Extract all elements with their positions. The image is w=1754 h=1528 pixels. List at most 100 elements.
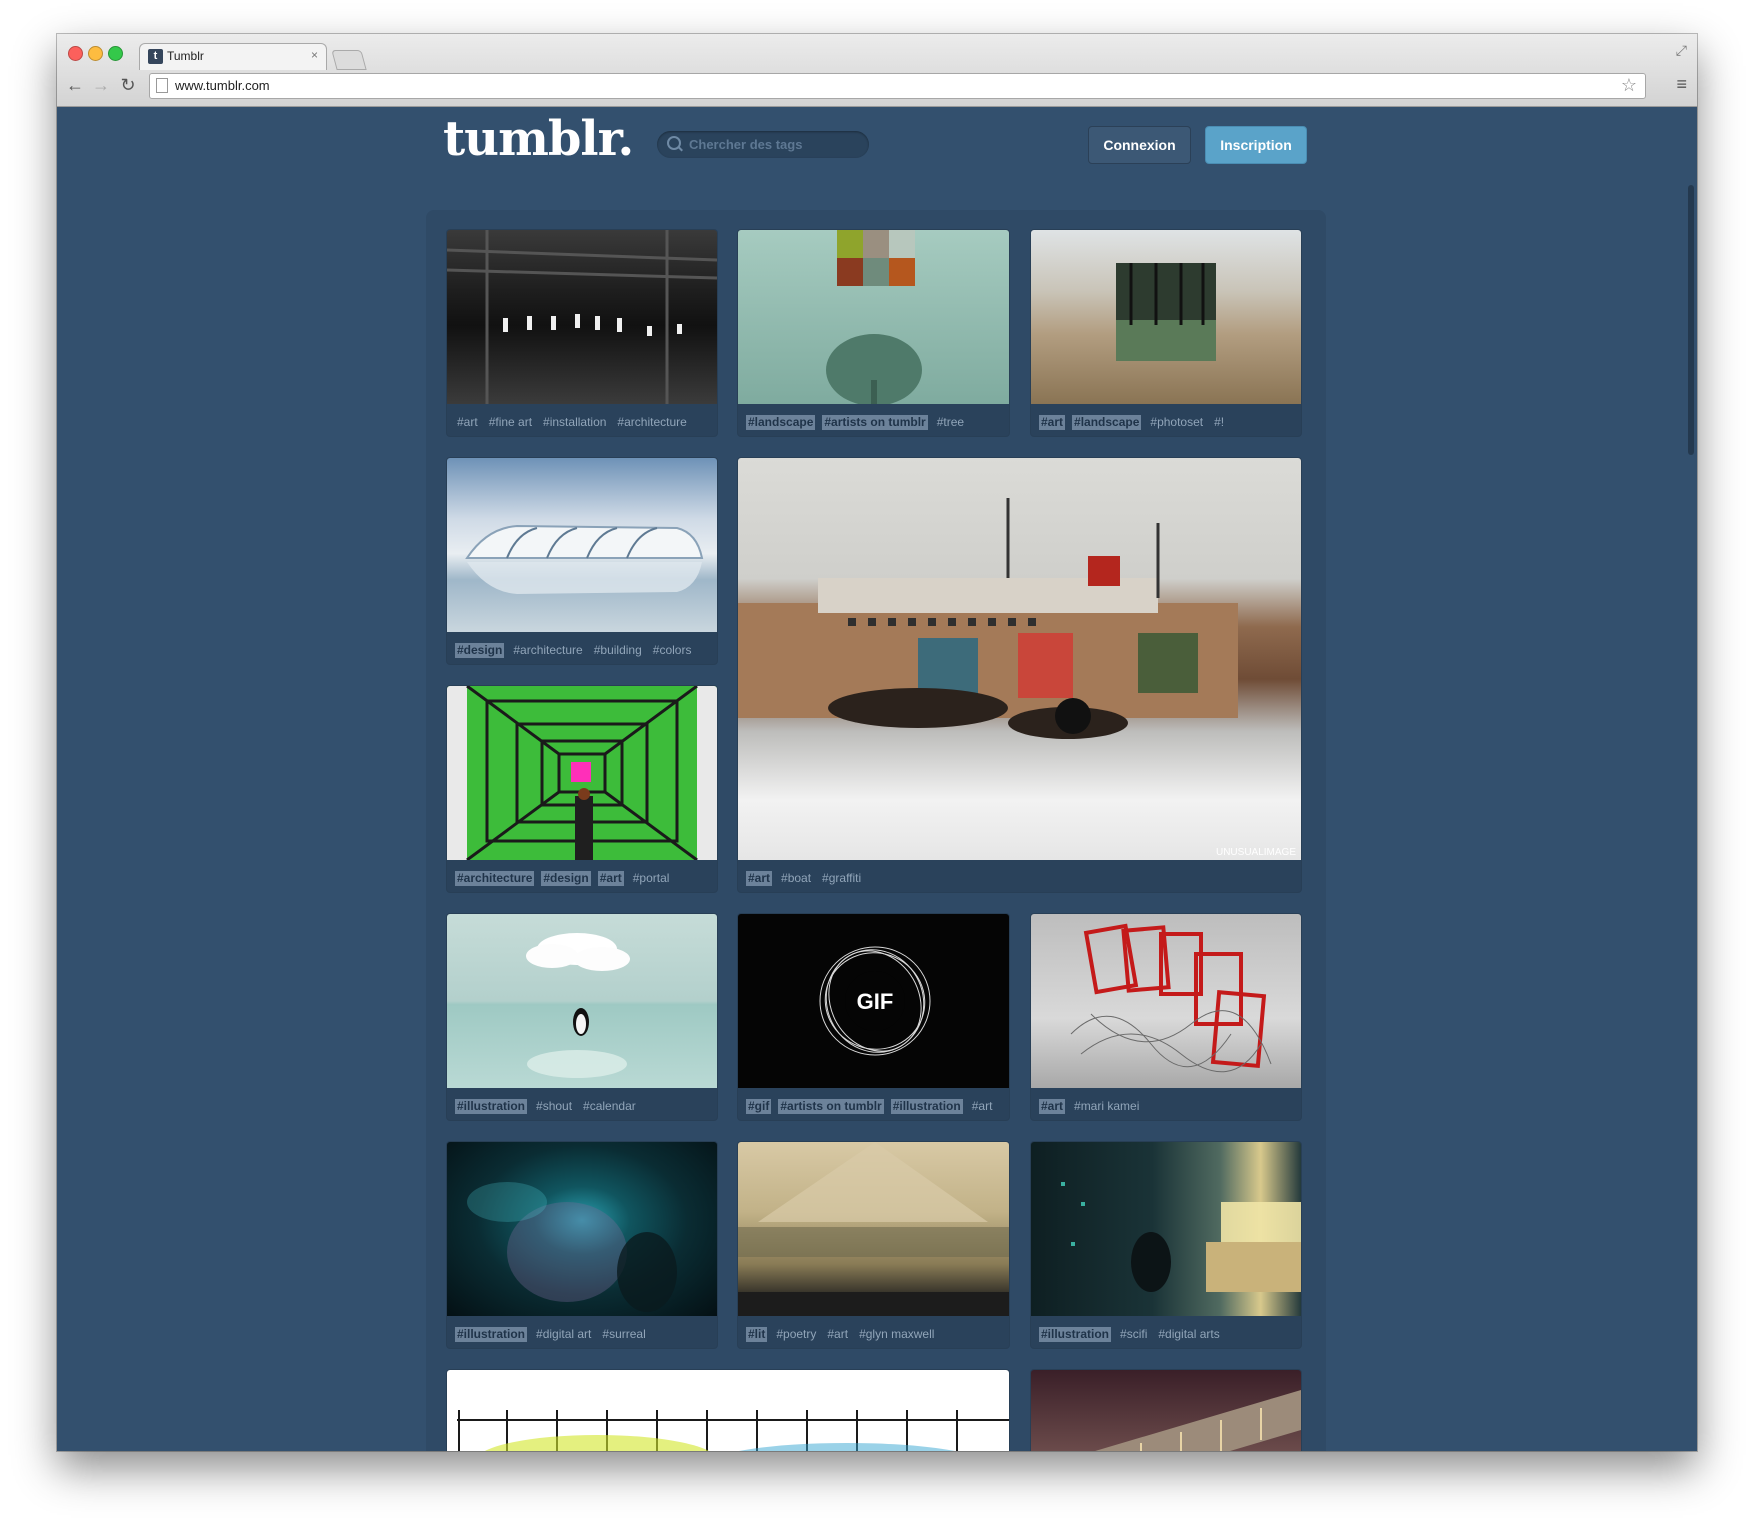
login-button[interactable]: Connexion	[1088, 126, 1191, 164]
zoom-window-button[interactable]	[108, 46, 123, 61]
post-image[interactable]	[738, 230, 1009, 404]
tag[interactable]: #calendar	[581, 1099, 638, 1114]
tag[interactable]: #graffiti	[820, 871, 863, 886]
browser-window: t Tumblr × ⤢ ← → ↻ www.tumblr.com ☆ ≡ tu…	[57, 34, 1697, 1451]
tag[interactable]: #colors	[651, 643, 694, 658]
tag[interactable]: #poetry	[774, 1327, 818, 1342]
tag[interactable]: #design	[455, 643, 505, 658]
nebula-art	[467, 1182, 677, 1312]
scrollbar[interactable]	[1688, 185, 1694, 455]
tag[interactable]: #shout	[534, 1099, 574, 1114]
tag[interactable]: #art	[825, 1327, 850, 1342]
post-image[interactable]	[1031, 1370, 1301, 1451]
post-tags: #illustration #shout #calendar	[455, 1099, 645, 1114]
tag[interactable]: #architecture	[615, 415, 688, 430]
gif-sphere-art: GIF	[819, 946, 931, 1056]
tag[interactable]: #illustration	[890, 1099, 963, 1114]
new-tab-button[interactable]	[331, 50, 367, 70]
tag[interactable]: #building	[592, 643, 644, 658]
browser-tab[interactable]: t Tumblr ×	[139, 43, 327, 70]
tag[interactable]: #gif	[746, 1099, 772, 1114]
post-image[interactable]	[447, 1370, 1009, 1451]
minimize-window-button[interactable]	[88, 46, 103, 61]
post-card[interactable]: #art #fine art #installation #architecture	[447, 230, 717, 436]
back-arrow-icon[interactable]: ←	[65, 74, 85, 96]
tag[interactable]: #lit	[746, 1327, 768, 1342]
post-card[interactable]: #art #mari kamei	[1031, 914, 1301, 1120]
tag[interactable]: #art	[455, 415, 480, 430]
reload-icon[interactable]: ↻	[118, 74, 138, 96]
post-image[interactable]	[1031, 1142, 1301, 1316]
tag[interactable]: #art	[1039, 415, 1066, 430]
url-text[interactable]: www.tumblr.com	[175, 78, 270, 93]
tag[interactable]: #art	[597, 871, 624, 886]
tag[interactable]: #illustration	[1039, 1327, 1112, 1342]
tag[interactable]: #boat	[779, 871, 813, 886]
post-card[interactable]: #illustration #shout #calendar	[447, 914, 717, 1120]
post-image[interactable]	[738, 1142, 1009, 1316]
tag[interactable]: #illustration	[455, 1099, 528, 1114]
tag[interactable]: #illustration	[455, 1327, 528, 1342]
post-card[interactable]: GIF #gif #artists on tumblr #illustration #…	[738, 914, 1009, 1120]
star-icon[interactable]: ☆	[1621, 75, 1637, 96]
tag[interactable]: #scifi	[1118, 1327, 1149, 1342]
post-image[interactable]	[1031, 230, 1301, 404]
search-icon	[667, 136, 681, 150]
tag[interactable]: #installation	[541, 415, 608, 430]
green-portal-art	[447, 686, 717, 860]
page-icon	[156, 78, 168, 93]
post-card[interactable]: #illustration #digital art #surreal	[447, 1142, 717, 1348]
tag[interactable]: #!	[1212, 415, 1226, 430]
tag-search-input[interactable]: Chercher des tags	[657, 131, 869, 158]
tag[interactable]: #landscape	[1072, 415, 1142, 430]
tag[interactable]: #tree	[935, 415, 966, 430]
post-image[interactable]	[447, 230, 717, 404]
post-image[interactable]: GIF	[738, 914, 1009, 1088]
post-card[interactable]: #architecture #design #art #portal	[447, 686, 717, 892]
tag[interactable]: #design	[541, 871, 591, 886]
tag[interactable]: #digital art	[534, 1327, 593, 1342]
tag[interactable]: #architecture	[455, 871, 535, 886]
post-image[interactable]	[447, 458, 717, 632]
tag[interactable]: #architecture	[511, 643, 584, 658]
tag[interactable]: #art	[1039, 1099, 1066, 1114]
fullscreen-icon[interactable]: ⤢	[1676, 42, 1687, 59]
post-image[interactable]: UNUSUALIMAGE	[738, 458, 1301, 860]
post-image[interactable]	[447, 1142, 717, 1316]
tab-close-icon[interactable]: ×	[311, 48, 318, 62]
tag[interactable]: #surreal	[600, 1327, 647, 1342]
post-card[interactable]: #lit #poetry #art #glyn maxwell	[738, 1142, 1009, 1348]
tag[interactable]: #glyn maxwell	[857, 1327, 936, 1342]
post-card[interactable]: #landscape #artists on tumblr #tree	[738, 230, 1009, 436]
ship-graffiti-art: UNUSUALIMAGE	[738, 498, 1296, 858]
menu-icon[interactable]: ≡	[1676, 74, 1687, 95]
address-bar[interactable]: www.tumblr.com ☆	[149, 73, 1646, 99]
tag[interactable]: #photoset	[1148, 415, 1205, 430]
post-tags: #art #fine art #installation #architecture	[455, 415, 696, 430]
pyramid-art	[738, 1142, 1009, 1316]
post-card[interactable]: #design #architecture #building #colors	[447, 458, 717, 664]
close-window-button[interactable]	[68, 46, 83, 61]
signup-button[interactable]: Inscription	[1205, 126, 1307, 164]
tag[interactable]: #portal	[631, 871, 672, 886]
post-card[interactable]	[1031, 1370, 1301, 1451]
tumblr-logo[interactable]: tumblr.	[443, 111, 634, 167]
tag[interactable]: #digital arts	[1156, 1327, 1221, 1342]
tag[interactable]: #fine art	[487, 415, 534, 430]
tag[interactable]: #mari kamei	[1072, 1099, 1141, 1114]
post-card[interactable]: #illustration #scifi #digital arts	[1031, 1142, 1301, 1348]
post-card[interactable]: UNUSUALIMAGE #art #boat #graffiti	[738, 458, 1301, 892]
post-image[interactable]	[447, 914, 717, 1088]
post-image[interactable]	[1031, 914, 1301, 1088]
tag[interactable]: #artists on tumblr	[778, 1099, 884, 1114]
fog-tree-art	[826, 230, 922, 404]
post-card[interactable]: #art #landscape #photoset #!	[1031, 230, 1301, 436]
post-card[interactable]	[447, 1370, 1009, 1451]
tag[interactable]: #art	[746, 871, 773, 886]
forward-arrow-icon[interactable]: →	[91, 74, 111, 96]
tag[interactable]: #landscape	[746, 415, 816, 430]
tag[interactable]: #art	[970, 1099, 995, 1114]
warehouse-art	[447, 230, 717, 404]
post-image[interactable]	[447, 686, 717, 860]
tag[interactable]: #artists on tumblr	[822, 415, 928, 430]
